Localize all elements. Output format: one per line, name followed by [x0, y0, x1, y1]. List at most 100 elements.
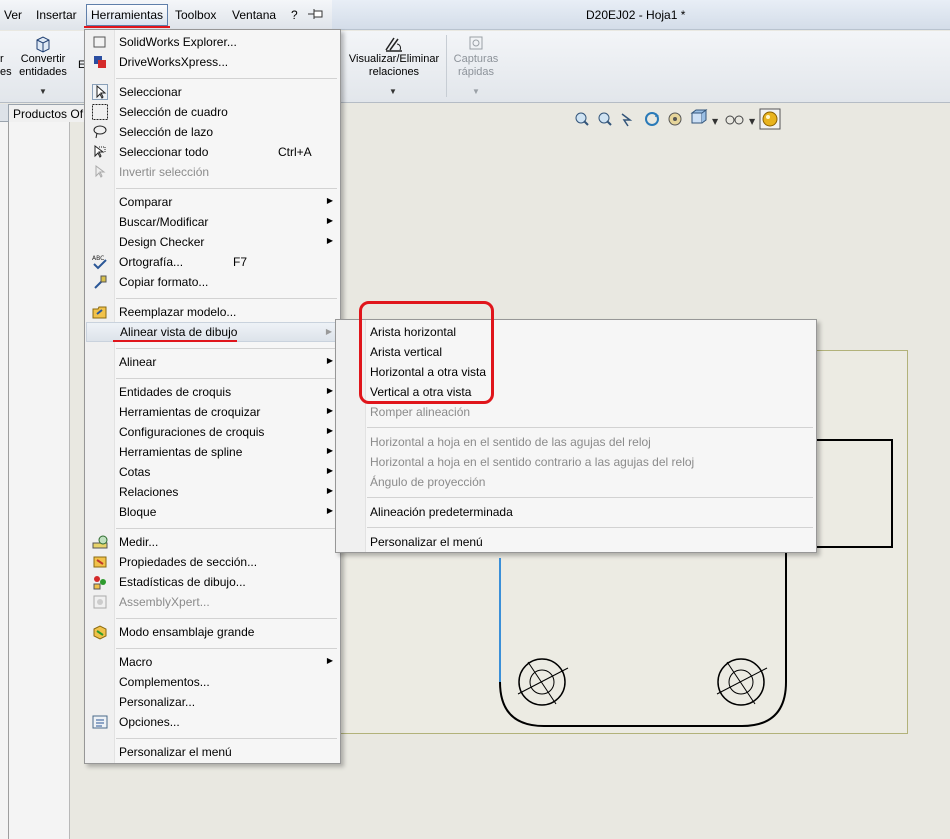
highlight-underline-alinear: [113, 340, 237, 342]
menu-item-label: Herramientas de croquizar: [119, 405, 261, 419]
tools-menu-item-herramientas-de-spline[interactable]: Herramientas de spline ▶: [86, 442, 339, 462]
tools-menu-item-ortografía[interactable]: Ortografía... F7 ABC: [86, 252, 339, 272]
tools-menu-item-relaciones[interactable]: Relaciones ▶: [86, 482, 339, 502]
menu-item-label: Seleccionar todo: [119, 145, 209, 159]
menu-toolbox[interactable]: Toolbox: [175, 8, 216, 22]
menu-item-shortcut: Ctrl+A: [278, 145, 312, 159]
tools-menu-item-buscar-modificar[interactable]: Buscar/Modificar ▶: [86, 212, 339, 232]
submenu-arrow-icon: ▶: [326, 196, 333, 205]
tools-menu-item-copiar-formato[interactable]: Copiar formato...: [86, 272, 339, 292]
menu-item-label: DriveWorksXpress...: [119, 55, 229, 69]
tools-menu-item-personalizar[interactable]: Personalizar...: [86, 692, 339, 712]
menu-separator: [367, 427, 813, 428]
menu-ver[interactable]: Ver: [4, 8, 22, 22]
tools-menu-item-complementos[interactable]: Complementos...: [86, 672, 339, 692]
previous-view-icon[interactable]: [621, 113, 633, 127]
menu-item-label: Comparar: [119, 195, 173, 209]
display-relations-icon[interactable]: [384, 35, 404, 53]
tools-menu-item-cotas[interactable]: Cotas ▶: [86, 462, 339, 482]
align-menu-item-horizontal-a-hoja-en-el-sentido-contrario-a-las-agujas-del-reloj: Horizontal a hoja en el sentido contrari…: [337, 452, 815, 472]
view-orientation-icon[interactable]: [690, 109, 708, 124]
view-settings-icon[interactable]: [668, 112, 682, 126]
tools-menu-item-driveworksxpress[interactable]: DriveWorksXpress...: [86, 52, 339, 72]
menu-insertar[interactable]: Insertar: [36, 8, 77, 22]
zoom-area-icon[interactable]: [598, 112, 612, 126]
tools-menu-item-invertir-selección: Invertir selección: [86, 162, 339, 182]
menu-separator: [367, 527, 813, 528]
menu-ventana[interactable]: Ventana: [232, 8, 276, 22]
tools-menu-item-medir[interactable]: Medir...: [86, 532, 339, 552]
tools-menu-item-design-checker[interactable]: Design Checker ▶: [86, 232, 339, 252]
tools-menu-item-personalizar-el-menú[interactable]: Personalizar el menú: [86, 742, 339, 762]
menu-item-label: Romper alineación: [370, 405, 471, 419]
highlight-box-align-options: [359, 301, 494, 404]
align-menu-item-alineación-predeterminada[interactable]: Alineación predeterminada: [337, 502, 815, 522]
tools-menu-item-seleccionar-todo[interactable]: Seleccionar todo Ctrl+A: [86, 142, 339, 162]
display-delete-relations-button[interactable]: Visualizar/Eliminar relaciones: [340, 53, 448, 79]
pin-icon[interactable]: [308, 8, 324, 20]
tools-menu-item-herramientas-de-croquizar[interactable]: Herramientas de croquizar ▶: [86, 402, 339, 422]
menu-item-label: Macro: [119, 655, 153, 669]
tools-menu-item-alinear-vista-de-dibujo[interactable]: Alinear vista de dibujo ▶: [86, 322, 339, 342]
options-icon: [92, 715, 108, 729]
driveworks-icon: [94, 56, 106, 68]
tools-menu-item-modo-ensamblaje-grande[interactable]: Modo ensamblaje grande: [86, 622, 339, 642]
display-relations-dropdown-icon[interactable]: ▼: [389, 87, 397, 96]
tools-menu-item-macro[interactable]: Macro ▶: [86, 652, 339, 672]
tools-menu-item-opciones[interactable]: Opciones...: [86, 712, 339, 732]
large-assembly-icon: [93, 625, 107, 640]
rotate-view-icon[interactable]: [645, 112, 659, 126]
menu-item-label: Invertir selección: [119, 165, 210, 179]
menu-herramientas[interactable]: Herramientas: [86, 4, 169, 26]
submenu-arrow-icon: ▶: [325, 327, 332, 336]
tools-menu-item-configuraciones-de-croquis[interactable]: Configuraciones de croquis ▶: [86, 422, 339, 442]
menu-separator: [116, 298, 337, 299]
tools-menu-item-selección-de-cuadro[interactable]: Selección de cuadro: [86, 102, 339, 122]
appearance-icon[interactable]: [759, 108, 781, 130]
document-title: D20EJ02 - Hoja1 *: [586, 8, 686, 22]
menu-item-label: Buscar/Modificar: [119, 215, 209, 229]
quick-snaps-button: Capturas rápidas: [453, 53, 499, 78]
select-all-icon: [94, 145, 106, 158]
submenu-arrow-icon: ▶: [326, 446, 333, 455]
svg-text:ABC: ABC: [92, 255, 104, 262]
convert-entities-icon[interactable]: [34, 35, 52, 53]
menu-item-label: Reemplazar modelo...: [119, 305, 237, 319]
tools-menu-item-bloque[interactable]: Bloque ▶: [86, 502, 339, 522]
menu-item-label: Medir...: [119, 535, 159, 549]
menu-item-label: Selección de cuadro: [119, 105, 228, 119]
tools-menu-item-comparar[interactable]: Comparar ▶: [86, 192, 339, 212]
lasso-select-icon: [93, 125, 107, 139]
zoom-to-fit-icon[interactable]: [575, 112, 589, 126]
tools-menu-item-alinear[interactable]: Alinear ▶: [86, 352, 339, 372]
menu-item-label: Entidades de croquis: [119, 385, 232, 399]
menu-item-label: AssemblyXpert...: [119, 595, 210, 609]
tab-productos[interactable]: Productos Of: [8, 104, 89, 122]
align-menu-item-personalizar-el-menú[interactable]: Personalizar el menú: [337, 532, 815, 552]
tools-menu-item-entidades-de-croquis[interactable]: Entidades de croquis ▶: [86, 382, 339, 402]
menu-separator: [116, 618, 337, 619]
tools-menu-item-solidworks-explorer[interactable]: SolidWorks Explorer...: [86, 32, 339, 52]
menu-separator: [116, 378, 337, 379]
quick-snaps-icon: [469, 36, 483, 50]
hide-show-items-icon[interactable]: [725, 115, 744, 125]
tools-menu-item-seleccionar[interactable]: Seleccionar: [86, 82, 339, 102]
tools-menu-item-selección-de-lazo[interactable]: Selección de lazo: [86, 122, 339, 142]
menu-item-label: Configuraciones de croquis: [119, 425, 265, 439]
menu-item-label: Opciones...: [119, 715, 180, 729]
spelling-icon: ABC: [92, 255, 107, 270]
align-menu-item-ángulo-de-proyección: Ángulo de proyección: [337, 472, 815, 492]
tools-menu-item-reemplazar-modelo[interactable]: Reemplazar modelo...: [86, 302, 339, 322]
convert-entities-dropdown-icon[interactable]: ▼: [39, 87, 47, 96]
tools-menu-item-estadísticas-de-dibujo[interactable]: Estadísticas de dibujo...: [86, 572, 339, 592]
menu-separator: [116, 188, 337, 189]
menu-help[interactable]: ?: [291, 8, 298, 22]
menu-item-label: Seleccionar: [119, 85, 182, 99]
highlight-underline-herramientas: [84, 26, 170, 28]
menu-item-label: Copiar formato...: [119, 275, 209, 289]
convert-entities-button[interactable]: Convertir entidades: [14, 53, 72, 79]
menu-item-shortcut: F7: [233, 255, 248, 269]
align-menu-item-romper-alineación: Romper alineación: [337, 402, 815, 422]
tools-menu-item-propiedades-de-sección[interactable]: Propiedades de sección...: [86, 552, 339, 572]
explorer-icon: [93, 36, 106, 48]
